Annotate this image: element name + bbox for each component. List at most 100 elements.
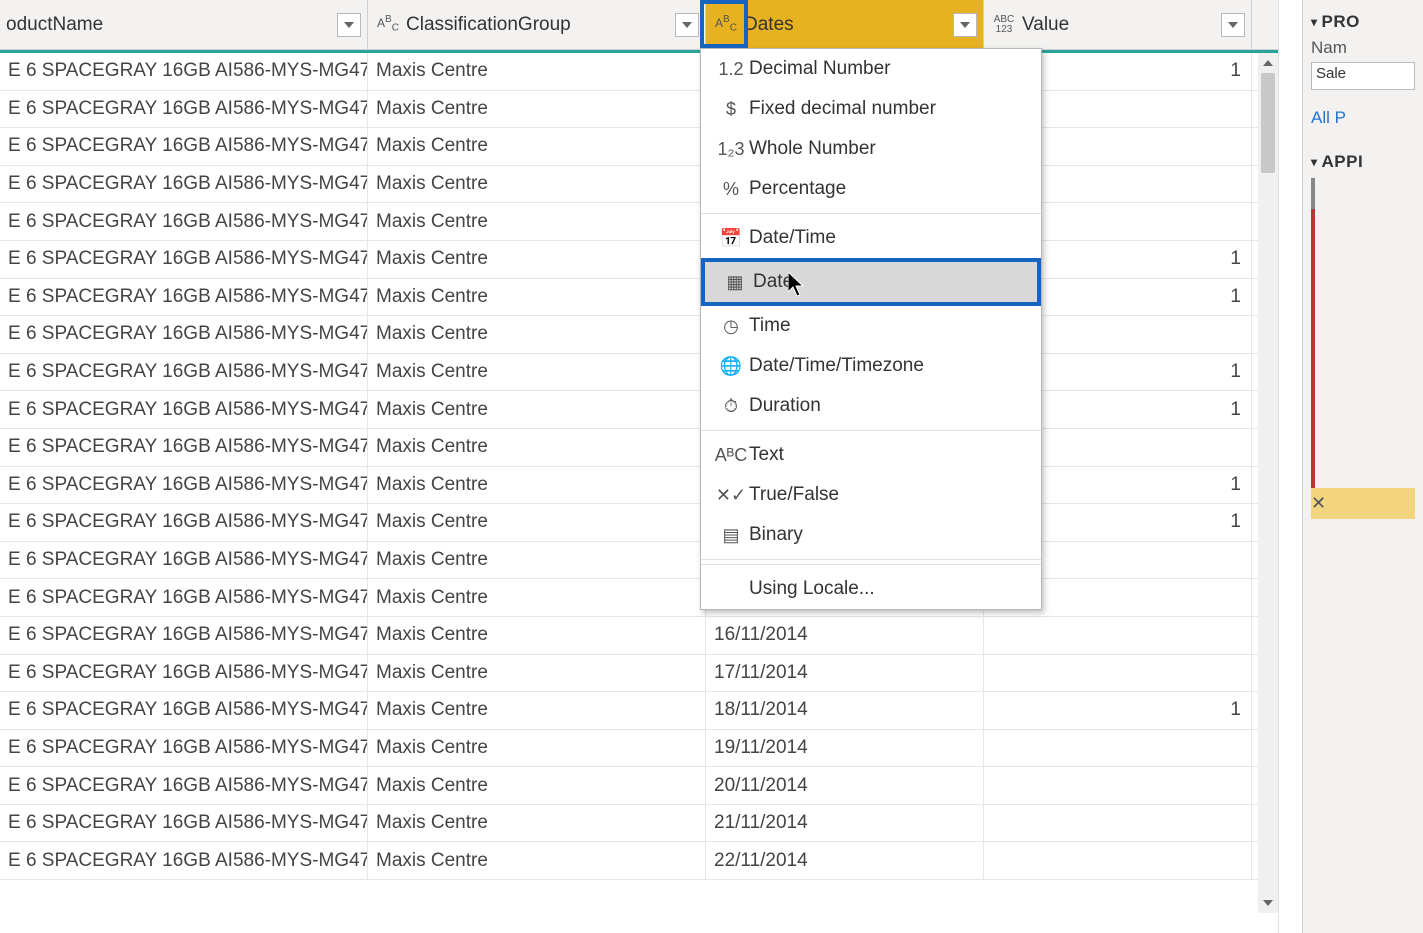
type-option-date-time[interactable]: 📅Date/Time <box>701 218 1041 258</box>
table-row[interactable]: E 6 SPACEGRAY 16GB AI586-MYS-MG472...Max… <box>0 53 1278 91</box>
cell-dates[interactable]: 19/11/2014 <box>706 730 984 767</box>
cell-value[interactable] <box>984 617 1252 654</box>
cell-classif[interactable]: Maxis Centre <box>368 767 706 804</box>
applied-step[interactable] <box>1311 209 1415 240</box>
column-header-value[interactable]: ABC123 Value <box>984 0 1252 49</box>
cell-product[interactable]: E 6 SPACEGRAY 16GB AI586-MYS-MG472... <box>0 842 368 879</box>
cell-classif[interactable]: Maxis Centre <box>368 692 706 729</box>
cell-value[interactable] <box>984 805 1252 842</box>
table-row[interactable]: E 6 SPACEGRAY 16GB AI586-MYS-MG472...Max… <box>0 692 1278 730</box>
table-row[interactable]: E 6 SPACEGRAY 16GB AI586-MYS-MG472...Max… <box>0 91 1278 129</box>
table-row[interactable]: E 6 SPACEGRAY 16GB AI586-MYS-MG472...Max… <box>0 617 1278 655</box>
cell-dates[interactable]: 16/11/2014 <box>706 617 984 654</box>
cell-product[interactable]: E 6 SPACEGRAY 16GB AI586-MYS-MG472... <box>0 504 368 541</box>
applied-step[interactable] <box>1311 457 1415 488</box>
column-filter-button[interactable] <box>675 13 699 37</box>
scroll-up-button[interactable] <box>1258 53 1278 73</box>
cell-classif[interactable]: Maxis Centre <box>368 166 706 203</box>
cell-dates[interactable]: 20/11/2014 <box>706 767 984 804</box>
cell-classif[interactable]: Maxis Centre <box>368 279 706 316</box>
table-row[interactable]: E 6 SPACEGRAY 16GB AI586-MYS-MG472...Max… <box>0 655 1278 693</box>
type-option-time[interactable]: ◷Time <box>701 306 1041 346</box>
table-row[interactable]: E 6 SPACEGRAY 16GB AI586-MYS-MG472...Max… <box>0 542 1278 580</box>
cell-product[interactable]: E 6 SPACEGRAY 16GB AI586-MYS-MG472... <box>0 579 368 616</box>
type-option-true-false[interactable]: ✕✓True/False <box>701 475 1041 515</box>
table-row[interactable]: E 6 SPACEGRAY 16GB AI586-MYS-MG472...Max… <box>0 128 1278 166</box>
cell-product[interactable]: E 6 SPACEGRAY 16GB AI586-MYS-MG472... <box>0 767 368 804</box>
table-row[interactable]: E 6 SPACEGRAY 16GB AI586-MYS-MG472...Max… <box>0 842 1278 880</box>
type-option-using-locale[interactable]: Using Locale... <box>701 569 1041 609</box>
table-row[interactable]: E 6 SPACEGRAY 16GB AI586-MYS-MG472...Max… <box>0 579 1278 617</box>
table-row[interactable]: E 6 SPACEGRAY 16GB AI586-MYS-MG472...Max… <box>0 354 1278 392</box>
table-row[interactable]: E 6 SPACEGRAY 16GB AI586-MYS-MG472...Max… <box>0 166 1278 204</box>
cell-classif[interactable]: Maxis Centre <box>368 241 706 278</box>
cell-classif[interactable]: Maxis Centre <box>368 617 706 654</box>
type-option-text[interactable]: AᴮCText <box>701 435 1041 475</box>
cell-product[interactable]: E 6 SPACEGRAY 16GB AI586-MYS-MG472... <box>0 128 368 165</box>
cell-value[interactable] <box>984 842 1252 879</box>
cell-classif[interactable]: Maxis Centre <box>368 53 706 90</box>
table-row[interactable]: E 6 SPACEGRAY 16GB AI586-MYS-MG472...Max… <box>0 316 1278 354</box>
applied-step[interactable] <box>1311 302 1415 333</box>
cell-product[interactable]: E 6 SPACEGRAY 16GB AI586-MYS-MG472... <box>0 655 368 692</box>
cell-classif[interactable]: Maxis Centre <box>368 542 706 579</box>
table-row[interactable]: E 6 SPACEGRAY 16GB AI586-MYS-MG472...Max… <box>0 767 1278 805</box>
cell-value[interactable]: 1 <box>984 692 1252 729</box>
cell-product[interactable]: E 6 SPACEGRAY 16GB AI586-MYS-MG472... <box>0 203 368 240</box>
applied-step[interactable] <box>1311 240 1415 271</box>
cell-classif[interactable]: Maxis Centre <box>368 730 706 767</box>
cell-value[interactable] <box>984 730 1252 767</box>
cell-dates[interactable]: 18/11/2014 <box>706 692 984 729</box>
scroll-thumb[interactable] <box>1261 73 1275 173</box>
cell-product[interactable]: E 6 SPACEGRAY 16GB AI586-MYS-MG472... <box>0 91 368 128</box>
name-input[interactable]: Sale <box>1311 62 1415 90</box>
type-option-date[interactable]: ▦Date <box>701 258 1041 306</box>
cell-product[interactable]: E 6 SPACEGRAY 16GB AI586-MYS-MG472... <box>0 617 368 654</box>
applied-step[interactable] <box>1311 426 1415 457</box>
cell-product[interactable]: E 6 SPACEGRAY 16GB AI586-MYS-MG472... <box>0 354 368 391</box>
cell-classif[interactable]: Maxis Centre <box>368 429 706 466</box>
cell-product[interactable]: E 6 SPACEGRAY 16GB AI586-MYS-MG472... <box>0 730 368 767</box>
applied-step[interactable] <box>1311 271 1415 302</box>
cell-classif[interactable]: Maxis Centre <box>368 391 706 428</box>
applied-step-active[interactable]: ✕ <box>1311 488 1415 519</box>
type-option-decimal-number[interactable]: 1.2Decimal Number <box>701 49 1041 89</box>
cell-classif[interactable]: Maxis Centre <box>368 467 706 504</box>
applied-step[interactable] <box>1311 178 1415 209</box>
panel-splitter[interactable] <box>1278 0 1302 933</box>
cell-product[interactable]: E 6 SPACEGRAY 16GB AI586-MYS-MG472... <box>0 241 368 278</box>
delete-step-icon[interactable]: ✕ <box>1311 493 1326 514</box>
column-filter-button[interactable] <box>337 13 361 37</box>
cell-product[interactable]: E 6 SPACEGRAY 16GB AI586-MYS-MG472... <box>0 279 368 316</box>
column-header-productname[interactable]: oductName <box>0 0 368 49</box>
applied-steps-section-header[interactable]: ▾ APPI <box>1311 152 1415 172</box>
cell-product[interactable]: E 6 SPACEGRAY 16GB AI586-MYS-MG472... <box>0 316 368 353</box>
table-row[interactable]: E 6 SPACEGRAY 16GB AI586-MYS-MG472...Max… <box>0 467 1278 505</box>
cell-product[interactable]: E 6 SPACEGRAY 16GB AI586-MYS-MG472... <box>0 166 368 203</box>
applied-step[interactable] <box>1311 364 1415 395</box>
column-header-classificationgroup[interactable]: ABC ClassificationGroup <box>368 0 706 49</box>
cell-classif[interactable]: Maxis Centre <box>368 203 706 240</box>
cell-dates[interactable]: 22/11/2014 <box>706 842 984 879</box>
cell-classif[interactable]: Maxis Centre <box>368 579 706 616</box>
table-row[interactable]: E 6 SPACEGRAY 16GB AI586-MYS-MG472...Max… <box>0 429 1278 467</box>
table-row[interactable]: E 6 SPACEGRAY 16GB AI586-MYS-MG472...Max… <box>0 241 1278 279</box>
type-option-whole-number[interactable]: 1₂3Whole Number <box>701 129 1041 169</box>
type-option-duration[interactable]: ⏱Duration <box>701 386 1041 426</box>
type-option-fixed-decimal-number[interactable]: $Fixed decimal number <box>701 89 1041 129</box>
cell-classif[interactable]: Maxis Centre <box>368 805 706 842</box>
cell-product[interactable]: E 6 SPACEGRAY 16GB AI586-MYS-MG472... <box>0 429 368 466</box>
table-row[interactable]: E 6 SPACEGRAY 16GB AI586-MYS-MG472...Max… <box>0 805 1278 843</box>
applied-step[interactable] <box>1311 333 1415 364</box>
table-row[interactable]: E 6 SPACEGRAY 16GB AI586-MYS-MG472...Max… <box>0 203 1278 241</box>
cell-classif[interactable]: Maxis Centre <box>368 354 706 391</box>
type-option-date-time-timezone[interactable]: 🌐Date/Time/Timezone <box>701 346 1041 386</box>
table-row[interactable]: E 6 SPACEGRAY 16GB AI586-MYS-MG472...Max… <box>0 730 1278 768</box>
table-row[interactable]: E 6 SPACEGRAY 16GB AI586-MYS-MG472...Max… <box>0 504 1278 542</box>
column-filter-button[interactable] <box>1221 13 1245 37</box>
cell-classif[interactable]: Maxis Centre <box>368 842 706 879</box>
cell-dates[interactable]: 21/11/2014 <box>706 805 984 842</box>
cell-product[interactable]: E 6 SPACEGRAY 16GB AI586-MYS-MG472... <box>0 805 368 842</box>
column-filter-button[interactable] <box>953 13 977 37</box>
cell-product[interactable]: E 6 SPACEGRAY 16GB AI586-MYS-MG472... <box>0 542 368 579</box>
